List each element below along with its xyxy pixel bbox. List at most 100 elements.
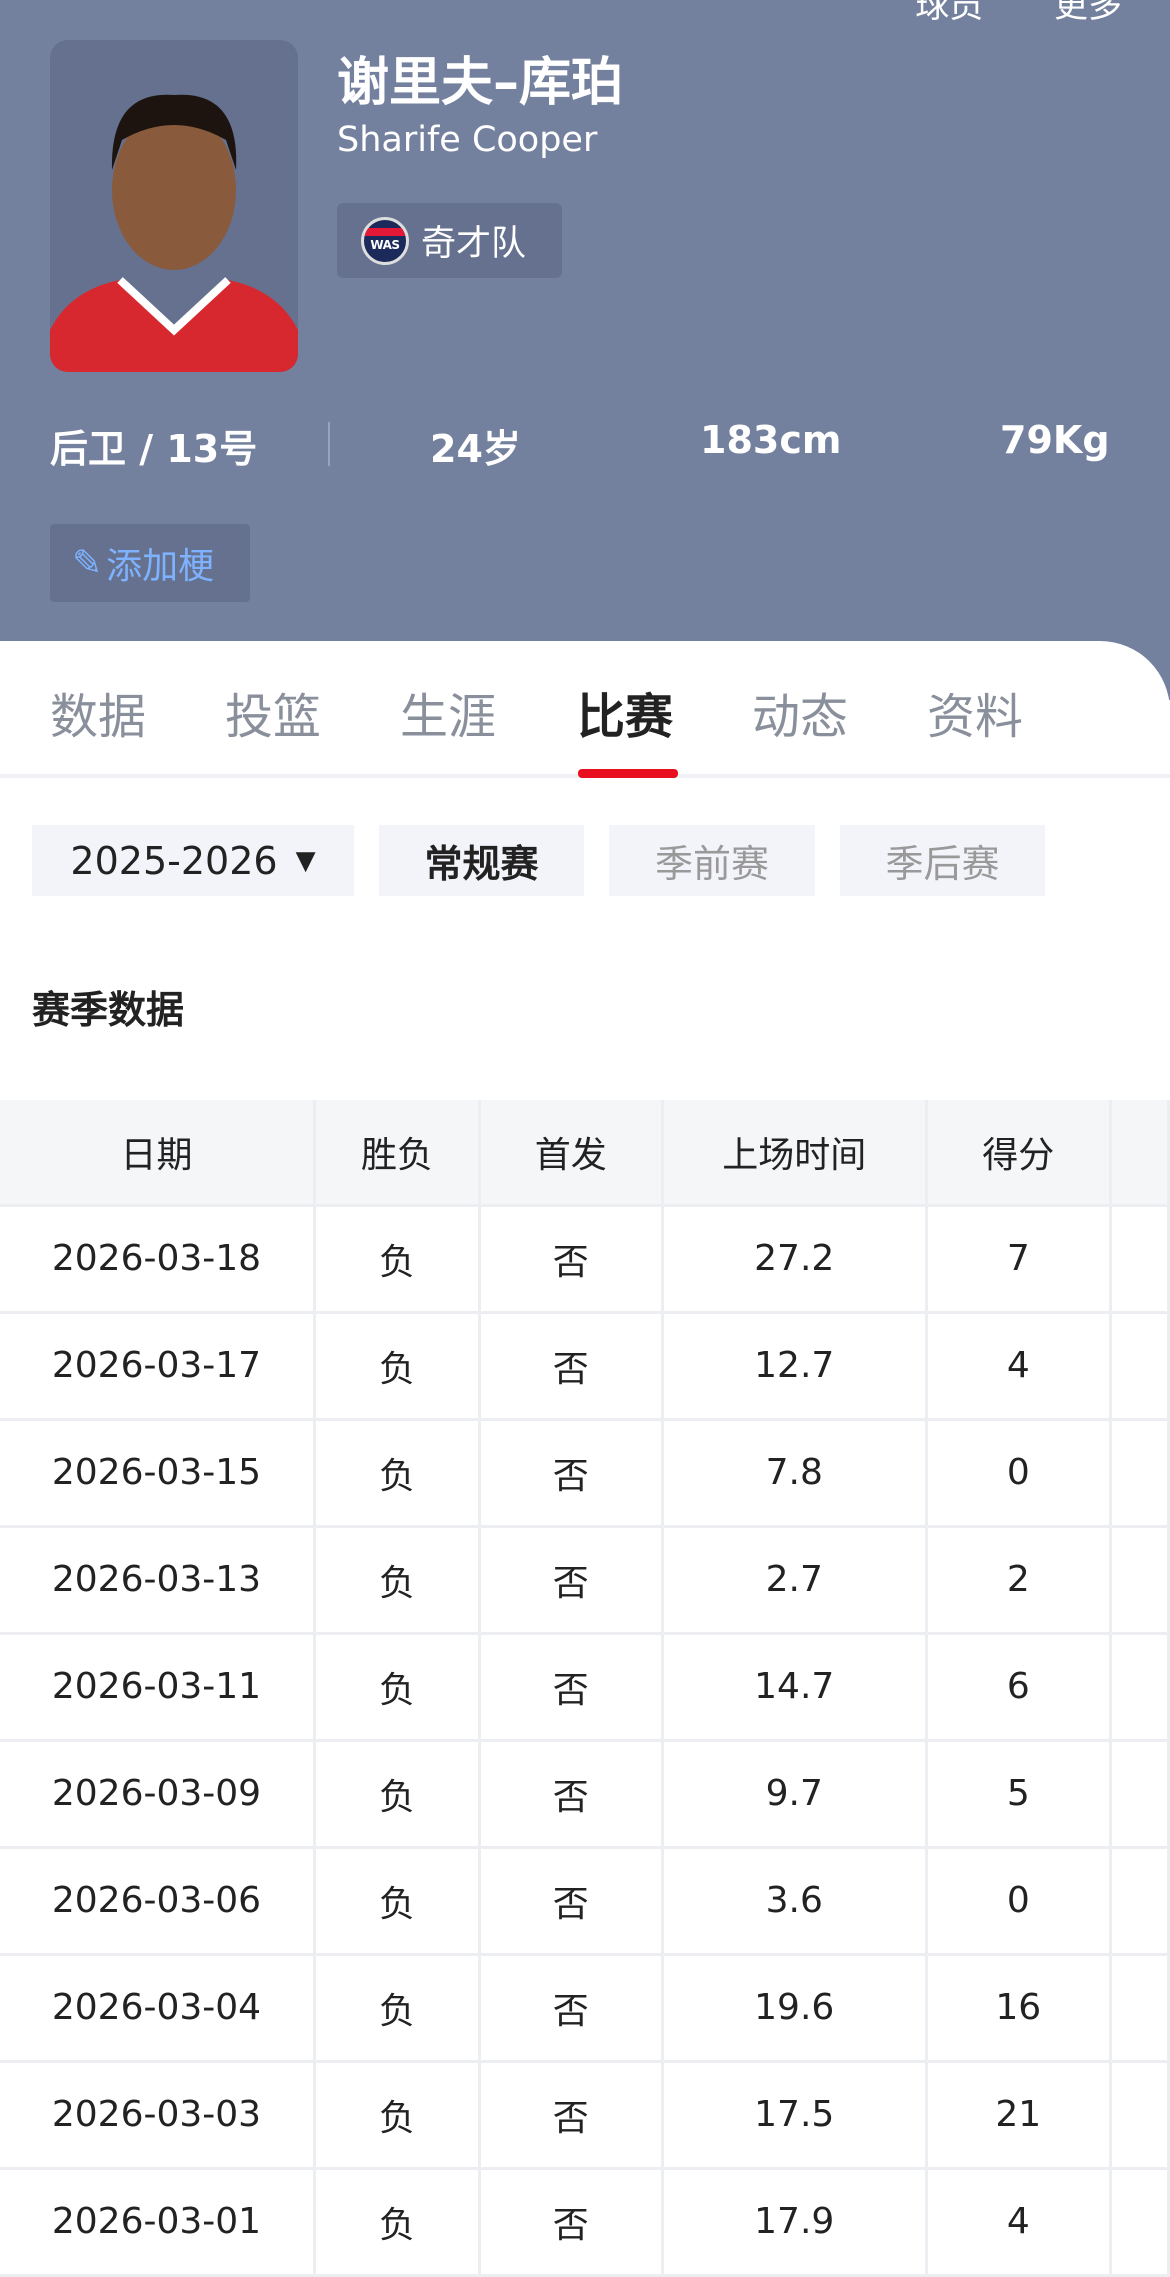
season-value: 2025-2026 <box>70 838 278 883</box>
table-cell: 7 <box>926 1205 1112 1314</box>
table-cell: 21 <box>926 2061 1112 2170</box>
table-cell: 否 <box>479 2061 664 2170</box>
table-cell: 19.6 <box>662 1954 928 2063</box>
table-row[interactable]: 2026-03-04 负否 19.6 16 <box>0 1954 1170 2063</box>
player-stats: 后卫 / 13号 24岁 183cm 79Kg <box>0 410 1170 480</box>
add-meme-button[interactable]: ✎ 添加梗 <box>50 524 250 602</box>
column-header: 上场时间 <box>662 1100 928 1207</box>
team-logo-icon: WAS <box>361 216 409 265</box>
table-cell: 否 <box>479 1633 664 1742</box>
add-meme-label: 添加梗 <box>106 546 215 587</box>
column-header: 首发 <box>479 1100 664 1207</box>
table-row[interactable]: 2026-03-11 负否 14.7 6 <box>0 1633 1170 1742</box>
table-row[interactable]: 2026-03-18 负否 27.2 7 <box>0 1205 1170 1314</box>
table-cell <box>1110 1847 1170 1956</box>
table-cell: 9.7 <box>662 1740 928 1849</box>
filter-playoffs[interactable]: 季后赛 <box>840 825 1045 896</box>
table-cell: 否 <box>479 1205 664 1314</box>
table-cell <box>1110 1312 1170 1421</box>
table-cell: 27.2 <box>662 1205 928 1314</box>
section-title: 赛季数据 <box>32 988 185 1032</box>
table-cell: 2026-03-11 <box>0 1633 316 1742</box>
table-cell: 2026-03-15 <box>0 1419 316 1528</box>
player-name-cn: 谢里夫–库珀 <box>337 53 624 113</box>
tab-shooting[interactable]: 投篮 <box>225 677 321 747</box>
player-header: 球员 更多 谢里夫–库珀 Sharife Cooper WAS 奇才队 后卫 /… <box>0 0 1170 700</box>
games-table: 日期 胜负 首发 上场时间 得分 2026-03-18 负否 27.2 7 2026-03-17… <box>0 1100 1170 2277</box>
column-header: 得分 <box>926 1100 1112 1207</box>
table-cell: 负 <box>314 1633 482 1742</box>
table-cell: 5 <box>926 1740 1112 1849</box>
table-cell: 2.7 <box>662 1526 928 1635</box>
table-cell: 2026-03-04 <box>0 1954 316 2063</box>
table-row[interactable]: 2026-03-15 负否 7.8 0 <box>0 1419 1170 1528</box>
table-cell: 2026-03-18 <box>0 1205 316 1314</box>
filter-regular-season[interactable]: 常规赛 <box>379 825 584 896</box>
tab-profile[interactable]: 资料 <box>927 677 1023 747</box>
table-row[interactable]: 2026-03-06 负否 3.6 0 <box>0 1847 1170 1956</box>
team-name: 奇才队 <box>421 224 527 264</box>
table-cell: 16 <box>926 1954 1112 2063</box>
table-cell: 否 <box>479 1847 664 1956</box>
column-header: 日期 <box>0 1100 316 1207</box>
player-name-en: Sharife Cooper <box>337 120 598 160</box>
table-cell: 2 <box>926 1526 1112 1635</box>
table-cell: 7.8 <box>662 1419 928 1528</box>
caret-down-icon: ▼ <box>295 845 316 876</box>
table-cell: 负 <box>314 2061 482 2170</box>
table-row[interactable]: 2026-03-13 负否 2.7 2 <box>0 1526 1170 1635</box>
table-cell: 0 <box>926 1419 1112 1528</box>
tab-bar: 数据 投篮 生涯 比赛 动态 资料 <box>0 641 1170 778</box>
active-tab-indicator <box>578 769 678 778</box>
table-cell: 3.6 <box>662 1847 928 1956</box>
table-cell: 负 <box>314 1419 482 1528</box>
table-cell: 负 <box>314 1205 482 1314</box>
table-cell <box>1110 1205 1170 1314</box>
tab-games[interactable]: 比赛 <box>577 677 673 747</box>
weight: 79Kg <box>1000 418 1110 462</box>
season-select[interactable]: 2025-2026 ▼ <box>32 825 354 896</box>
table-cell: 6 <box>926 1633 1112 1742</box>
table-cell: 2026-03-09 <box>0 1740 316 1849</box>
column-header: 胜负 <box>314 1100 482 1207</box>
age: 24岁 <box>430 427 521 471</box>
table-cell <box>1110 2061 1170 2170</box>
table-cell: 负 <box>314 1740 482 1849</box>
table-cell: 2026-03-13 <box>0 1526 316 1635</box>
top-nav: 球员 更多 <box>855 0 1122 27</box>
table-header: 日期 胜负 首发 上场时间 得分 <box>0 1100 1170 1207</box>
table-cell: 否 <box>479 1419 664 1528</box>
filter-preseason[interactable]: 季前赛 <box>609 825 815 896</box>
table-cell: 否 <box>479 1312 664 1421</box>
nav-players[interactable]: 球员 <box>915 0 983 26</box>
column-header <box>1110 1100 1170 1207</box>
content-panel: 数据 投篮 生涯 比赛 动态 资料 2025-2026 ▼ 常规赛 季前赛 季后… <box>0 641 1170 2277</box>
team-logo-text: WAS <box>370 237 400 252</box>
table-cell: 否 <box>479 1954 664 2063</box>
table-cell <box>1110 1419 1170 1528</box>
table-cell: 14.7 <box>662 1633 928 1742</box>
tab-career[interactable]: 生涯 <box>400 677 496 747</box>
table-cell: 2026-03-17 <box>0 1312 316 1421</box>
tab-data[interactable]: 数据 <box>50 677 146 747</box>
table-cell: 4 <box>926 1312 1112 1421</box>
table-cell <box>1110 1633 1170 1742</box>
table-cell: 负 <box>314 1526 482 1635</box>
table-cell <box>1110 1740 1170 1849</box>
table-row[interactable]: 2026-03-17 负否 12.7 4 <box>0 1312 1170 1421</box>
table-cell <box>1110 1954 1170 2063</box>
height: 183cm <box>700 418 842 462</box>
divider <box>328 422 330 466</box>
table-row[interactable]: 2026-03-09 负否 9.7 5 <box>0 1740 1170 1849</box>
table-cell <box>1110 1526 1170 1635</box>
table-cell: 负 <box>314 1847 482 1956</box>
position-number: 后卫 / 13号 <box>50 427 258 471</box>
tab-news[interactable]: 动态 <box>752 677 848 747</box>
nav-more[interactable]: 更多 <box>1054 0 1122 26</box>
table-row[interactable]: 2026-03-03 负否 17.5 21 <box>0 2061 1170 2170</box>
table-cell: 12.7 <box>662 1312 928 1421</box>
table-cell: 负 <box>314 1312 482 1421</box>
team-badge[interactable]: WAS 奇才队 <box>337 203 562 278</box>
table-cell: 0 <box>926 1847 1112 1956</box>
table-cell: 17.5 <box>662 2061 928 2170</box>
